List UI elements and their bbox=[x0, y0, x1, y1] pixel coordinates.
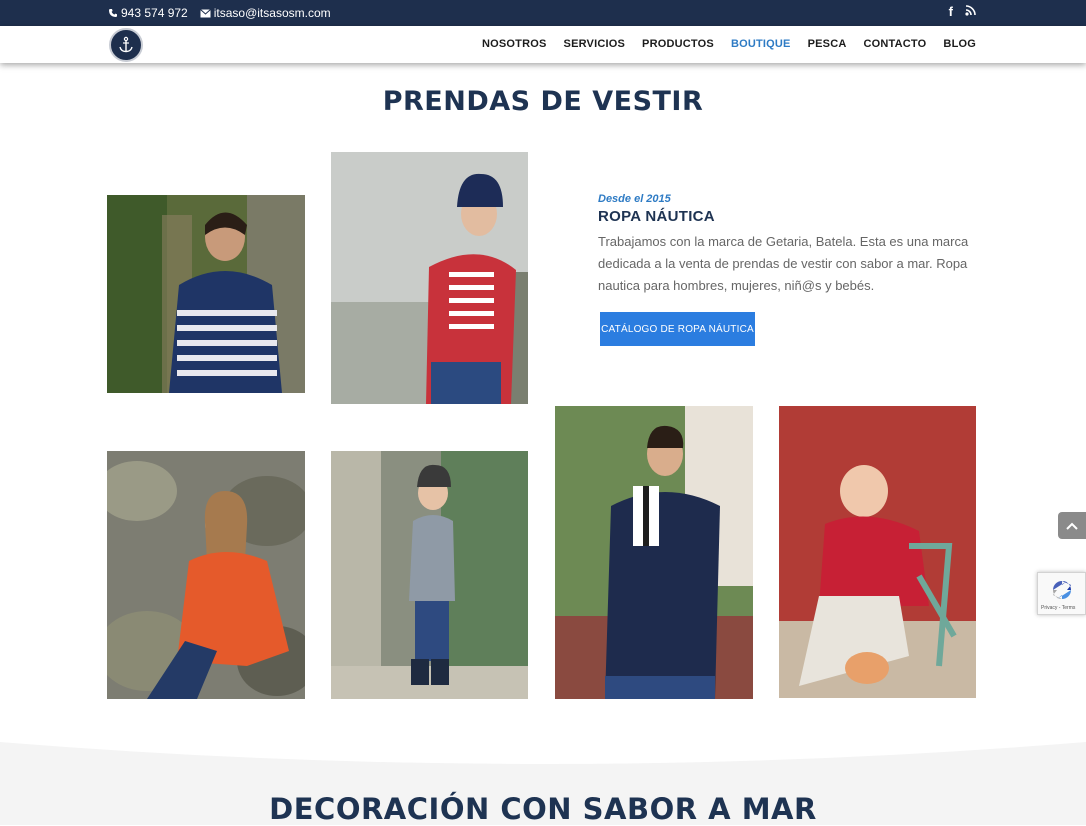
phone-number: 943 574 972 bbox=[121, 6, 188, 20]
main-nav: NOSOTROS SERVICIOS PRODUCTOS BOUTIQUE PE… bbox=[482, 38, 976, 50]
nav-item-productos[interactable]: PRODUCTOS bbox=[642, 38, 714, 50]
photo-man-navy-coat bbox=[555, 406, 753, 699]
scroll-to-top-button[interactable] bbox=[1058, 512, 1086, 539]
photo-boy-striped-beanie bbox=[331, 451, 528, 699]
main-header: NOSOTROS SERVICIOS PRODUCTOS BOUTIQUE PE… bbox=[0, 26, 1086, 63]
social-links: f bbox=[949, 4, 976, 19]
recaptcha-badge[interactable]: Privacy - Terms bbox=[1037, 572, 1086, 615]
nav-item-blog[interactable]: BLOG bbox=[943, 38, 976, 50]
photo-man-striped-hoodie bbox=[107, 195, 305, 393]
since-label: Desde el 2015 bbox=[598, 193, 671, 205]
nav-item-pesca[interactable]: PESCA bbox=[808, 38, 847, 50]
photo-woman-red-coat bbox=[331, 152, 528, 404]
envelope-icon bbox=[199, 8, 211, 17]
contact-info: 943 574 972 itsaso@itsasosm.com bbox=[108, 6, 331, 20]
nav-item-contacto[interactable]: CONTACTO bbox=[864, 38, 927, 50]
nav-item-servicios[interactable]: SERVICIOS bbox=[564, 38, 626, 50]
catalog-button[interactable]: CATÁLOGO DE ROPA NÁUTICA bbox=[600, 312, 755, 346]
intro-heading: ROPA NÁUTICA bbox=[598, 208, 715, 225]
intro-block: Desde el 2015 ROPA NÁUTICA Trabajamos co… bbox=[598, 193, 978, 297]
chevron-up-icon bbox=[1066, 522, 1078, 530]
facebook-icon[interactable]: f bbox=[949, 4, 953, 19]
email-address: itsaso@itsasosm.com bbox=[213, 6, 331, 20]
anchor-icon bbox=[119, 36, 133, 53]
section-title-decoracion: DECORACIÓN CON SABOR A MAR bbox=[269, 792, 817, 826]
top-bar: 943 574 972 itsaso@itsasosm.com f bbox=[0, 0, 1086, 26]
phone-link[interactable]: 943 574 972 bbox=[108, 6, 188, 20]
nav-item-boutique[interactable]: BOUTIQUE bbox=[731, 38, 791, 50]
photo-woman-orange-jacket bbox=[107, 451, 305, 699]
intro-description: Trabajamos con la marca de Getaria, Bate… bbox=[598, 234, 969, 293]
recaptcha-links: Privacy - Terms bbox=[1041, 605, 1076, 611]
site-logo[interactable] bbox=[109, 28, 143, 62]
section-title-prendas: PRENDAS DE VESTIR bbox=[382, 86, 704, 117]
photo-baby-red-sweater bbox=[779, 406, 976, 698]
recaptcha-icon bbox=[1053, 581, 1071, 599]
rss-icon[interactable] bbox=[965, 4, 976, 19]
phone-icon bbox=[109, 9, 117, 17]
nav-item-nosotros[interactable]: NOSOTROS bbox=[482, 38, 547, 50]
email-link[interactable]: itsaso@itsasosm.com bbox=[199, 6, 331, 20]
